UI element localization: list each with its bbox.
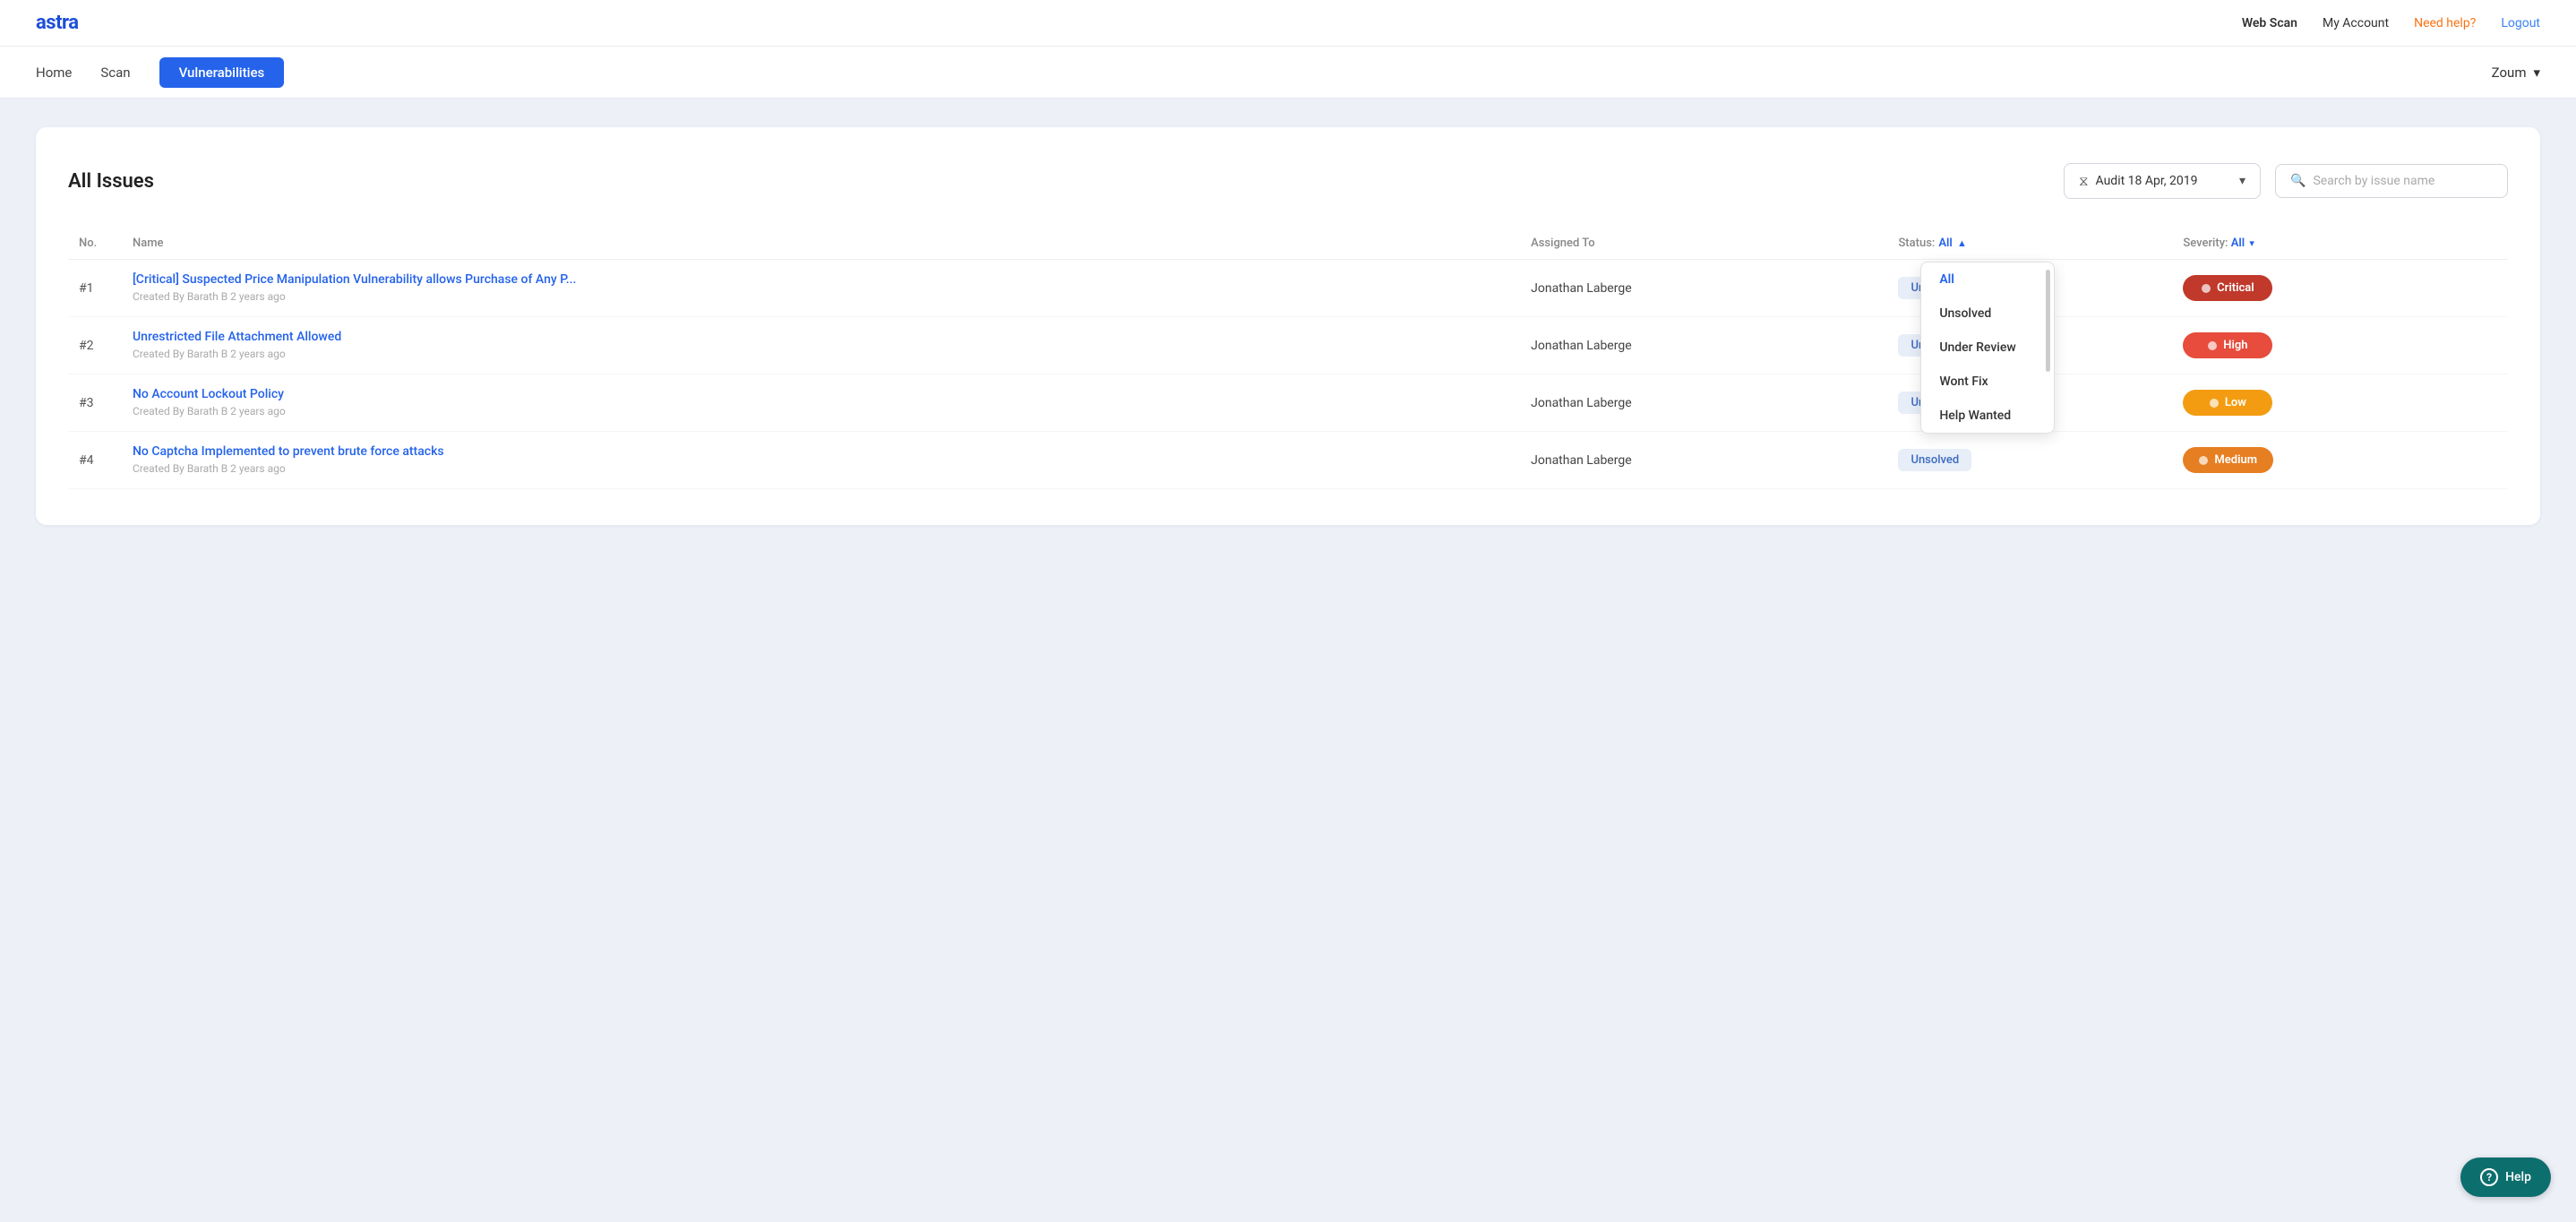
- user-menu[interactable]: Zoum ▾: [2492, 65, 2540, 81]
- help-icon: ?: [2480, 1168, 2498, 1186]
- table-row: #1 [Critical] Suspected Price Manipulatio…: [68, 260, 2508, 317]
- severity-label-text: Medium: [2214, 453, 2257, 467]
- col-header-status: Status: All ▲ All Unsolved Under Review: [1887, 228, 2172, 260]
- search-icon: 🔍: [2290, 174, 2306, 188]
- table-row: #4 No Captcha Implemented to prevent brut…: [68, 432, 2508, 489]
- logo: astra: [36, 12, 79, 34]
- issues-title: All Issues: [68, 170, 154, 193]
- severity-dot: [2199, 456, 2208, 465]
- help-label: Help: [2505, 1170, 2531, 1184]
- help-button[interactable]: ? Help: [2460, 1157, 2551, 1197]
- status-option-help-wanted[interactable]: Help Wanted: [1921, 399, 2054, 433]
- logo-text: astra: [36, 12, 79, 34]
- status-dropdown: All Unsolved Under Review Wont Fix Help …: [1920, 262, 2055, 434]
- severity-badge[interactable]: Medium: [2183, 447, 2273, 473]
- status-option-wont-fix[interactable]: Wont Fix: [1921, 365, 2054, 399]
- status-option-under-review[interactable]: Under Review: [1921, 331, 2054, 365]
- row-severity: High: [2172, 317, 2508, 374]
- row-severity: Critical: [2172, 260, 2508, 317]
- funnel-icon: ⧖: [2079, 173, 2089, 189]
- table-row: #3 No Account Lockout Policy Created By Ba…: [68, 374, 2508, 432]
- top-nav-logout[interactable]: Logout: [2501, 16, 2540, 30]
- status-all-button[interactable]: All: [1938, 237, 1952, 250]
- status-chevron-up-icon: ▲: [1957, 237, 1967, 249]
- issue-name-link[interactable]: Unrestricted File Attachment Allowed: [133, 330, 1509, 344]
- col-header-assigned: Assigned To: [1520, 228, 1887, 260]
- user-name: Zoum: [2492, 65, 2527, 81]
- issue-meta: Created By Barath B 2 years ago: [133, 405, 286, 417]
- audit-label: Audit 18 Apr, 2019: [2096, 174, 2198, 188]
- row-assigned: Jonathan Laberge: [1520, 317, 1887, 374]
- issues-header: All Issues ⧖ Audit 18 Apr, 2019 ▾ 🔍 Sear…: [68, 163, 2508, 199]
- issue-name-link[interactable]: [Critical] Suspected Price Manipulation …: [133, 272, 1509, 287]
- row-issue-name: [Critical] Suspected Price Manipulation …: [122, 260, 1520, 317]
- issue-name-link[interactable]: No Account Lockout Policy: [133, 387, 1509, 401]
- row-assigned: Jonathan Laberge: [1520, 374, 1887, 432]
- status-badge[interactable]: Unsolved: [1898, 449, 1971, 471]
- issue-meta: Created By Barath B 2 years ago: [133, 462, 286, 475]
- col-header-severity: Severity: All ▾: [2172, 228, 2508, 260]
- sec-nav: Home Scan Vulnerabilities Zoum ▾: [0, 47, 2576, 99]
- row-status: Unsolved: [1887, 432, 2172, 489]
- severity-label-text: Low: [2225, 396, 2246, 409]
- row-issue-name: Unrestricted File Attachment Allowed Crea…: [122, 317, 1520, 374]
- audit-chevron-icon: ▾: [2239, 174, 2245, 188]
- row-assigned: Jonathan Laberge: [1520, 260, 1887, 317]
- status-option-all[interactable]: All: [1921, 262, 2054, 297]
- severity-chevron-icon: ▾: [2249, 237, 2254, 249]
- row-issue-name: No Captcha Implemented to prevent brute …: [122, 432, 1520, 489]
- user-menu-chevron: ▾: [2533, 65, 2540, 81]
- top-nav: astra Web Scan My Account Need help? Log…: [0, 0, 2576, 47]
- top-nav-need-help[interactable]: Need help?: [2414, 16, 2476, 30]
- severity-dot: [2208, 341, 2217, 350]
- row-number: #3: [68, 374, 122, 432]
- sec-nav-items: Home Scan Vulnerabilities: [36, 57, 284, 88]
- issues-card: All Issues ⧖ Audit 18 Apr, 2019 ▾ 🔍 Sear…: [36, 127, 2540, 525]
- main-content: All Issues ⧖ Audit 18 Apr, 2019 ▾ 🔍 Sear…: [0, 99, 2576, 554]
- col-header-no: No.: [68, 228, 122, 260]
- row-number: #4: [68, 432, 122, 489]
- status-label: Status:: [1898, 237, 1935, 250]
- row-issue-name: No Account Lockout Policy Created By Bara…: [122, 374, 1520, 432]
- severity-label-text: High: [2223, 339, 2247, 352]
- row-severity: Medium: [2172, 432, 2508, 489]
- audit-dropdown[interactable]: ⧖ Audit 18 Apr, 2019 ▾: [2064, 163, 2261, 199]
- nav-vulnerabilities[interactable]: Vulnerabilities: [159, 57, 285, 88]
- table-row: #2 Unrestricted File Attachment Allowed Cr…: [68, 317, 2508, 374]
- severity-badge[interactable]: High: [2183, 332, 2272, 358]
- top-nav-links: Web Scan My Account Need help? Logout: [2242, 16, 2540, 30]
- issues-table: No. Name Assigned To Status: All ▲: [68, 228, 2508, 489]
- table-header-row: No. Name Assigned To Status: All ▲: [68, 228, 2508, 260]
- status-option-unsolved[interactable]: Unsolved: [1921, 297, 2054, 331]
- severity-badge[interactable]: Critical: [2183, 275, 2272, 301]
- col-header-name: Name: [122, 228, 1520, 260]
- severity-label: Severity:: [2183, 237, 2228, 250]
- row-number: #1: [68, 260, 122, 317]
- row-severity: Low: [2172, 374, 2508, 432]
- issue-meta: Created By Barath B 2 years ago: [133, 348, 286, 360]
- row-number: #2: [68, 317, 122, 374]
- severity-badge[interactable]: Low: [2183, 390, 2272, 416]
- severity-all-button[interactable]: All: [2231, 237, 2245, 250]
- top-nav-web-scan[interactable]: Web Scan: [2242, 16, 2297, 30]
- issue-meta: Created By Barath B 2 years ago: [133, 290, 286, 303]
- issues-controls: ⧖ Audit 18 Apr, 2019 ▾ 🔍 Search by issue…: [2064, 163, 2508, 199]
- status-dropdown-scrollbar: [2046, 270, 2050, 372]
- issue-name-link[interactable]: No Captcha Implemented to prevent brute …: [133, 444, 1509, 459]
- search-placeholder: Search by issue name: [2313, 174, 2434, 188]
- nav-scan[interactable]: Scan: [100, 59, 130, 86]
- severity-label-text: Critical: [2217, 281, 2254, 295]
- search-box[interactable]: 🔍 Search by issue name: [2275, 164, 2508, 198]
- severity-dot: [2210, 399, 2219, 408]
- top-nav-my-account[interactable]: My Account: [2323, 16, 2389, 30]
- nav-home[interactable]: Home: [36, 59, 72, 86]
- row-assigned: Jonathan Laberge: [1520, 432, 1887, 489]
- severity-dot: [2202, 284, 2211, 293]
- status-dropdown-container: All ▲ All Unsolved Under Review Wont Fix: [1938, 237, 1967, 250]
